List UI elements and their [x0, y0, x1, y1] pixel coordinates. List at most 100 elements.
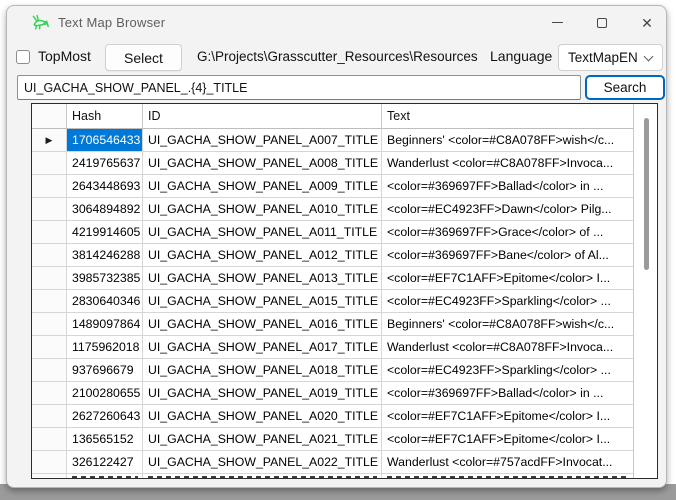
grid-corner-cell[interactable]: [32, 104, 67, 128]
close-button[interactable]: ✕: [625, 7, 669, 38]
cell-hash[interactable]: 2419765637: [67, 152, 143, 174]
scrollbar-thumb[interactable]: [644, 118, 649, 270]
cell-hash[interactable]: 136565152: [67, 428, 143, 450]
column-header-id[interactable]: ID: [143, 104, 382, 128]
select-button[interactable]: Select: [105, 44, 182, 71]
cell-id[interactable]: UI_GACHA_SHOW_PANEL_A019_TITLE: [143, 382, 382, 404]
partial-cell: [67, 474, 143, 479]
row-header-cell[interactable]: [32, 405, 67, 427]
cell-id[interactable]: UI_GACHA_SHOW_PANEL_A020_TITLE: [143, 405, 382, 427]
cell-id[interactable]: UI_GACHA_SHOW_PANEL_A010_TITLE: [143, 198, 382, 220]
grasshopper-app-icon: [30, 12, 51, 33]
window-title: Text Map Browser: [58, 15, 165, 30]
cell-id[interactable]: UI_GACHA_SHOW_PANEL_A016_TITLE: [143, 313, 382, 335]
grid-row: 3985732385UI_GACHA_SHOW_PANEL_A013_TITLE…: [32, 267, 657, 290]
close-icon: ✕: [641, 16, 653, 30]
cell-id[interactable]: UI_GACHA_SHOW_PANEL_A011_TITLE: [143, 221, 382, 243]
row-header-cell[interactable]: [32, 152, 67, 174]
cell-text[interactable]: <color=#EF7C1AFF>Epitome</color> I...: [382, 405, 634, 427]
grid-row: 2419765637UI_GACHA_SHOW_PANEL_A008_TITLE…: [32, 152, 657, 175]
cell-hash[interactable]: 1175962018: [67, 336, 143, 358]
cell-id[interactable]: UI_GACHA_SHOW_PANEL_A018_TITLE: [143, 359, 382, 381]
grid-row: 2643448693UI_GACHA_SHOW_PANEL_A009_TITLE…: [32, 175, 657, 198]
cell-text[interactable]: Beginners' <color=#C8A078FF>wish</c...: [382, 313, 634, 335]
grid-body: ▶ 1706546433UI_GACHA_SHOW_PANEL_A007_TITL…: [32, 129, 657, 479]
row-header-cell[interactable]: [32, 244, 67, 266]
row-header-cell[interactable]: [32, 451, 67, 473]
minimize-button[interactable]: [535, 7, 579, 38]
language-dropdown[interactable]: TextMapEN: [558, 44, 663, 71]
vertical-scrollbar[interactable]: [633, 104, 657, 478]
row-header-cell[interactable]: [32, 359, 67, 381]
partial-grid-row: [32, 474, 657, 479]
grid-row: 136565152UI_GACHA_SHOW_PANEL_A021_TITLE<…: [32, 428, 657, 451]
current-row-arrow-icon: ▶: [46, 136, 53, 145]
cell-hash[interactable]: 2830640346: [67, 290, 143, 312]
row-header-cell[interactable]: ▶: [32, 129, 67, 151]
cell-text[interactable]: <color=#EC4923FF>Dawn</color> Pilg...: [382, 198, 634, 220]
resources-path: G:\Projects\Grasscutter_Resources\Resour…: [197, 49, 478, 64]
cell-hash[interactable]: 4219914605: [67, 221, 143, 243]
cell-text[interactable]: <color=#EF7C1AFF>Epitome</color> I...: [382, 267, 634, 289]
row-header-cell[interactable]: [32, 290, 67, 312]
grid-row: 326122427UI_GACHA_SHOW_PANEL_A022_TITLEW…: [32, 451, 657, 474]
cell-text[interactable]: Wanderlust <color=#C8A078FF>Invoca...: [382, 152, 634, 174]
grid-row: 3814246288UI_GACHA_SHOW_PANEL_A012_TITLE…: [32, 244, 657, 267]
cell-hash[interactable]: 1706546433: [67, 129, 143, 151]
cell-hash[interactable]: 1489097864: [67, 313, 143, 335]
row-header-cell[interactable]: [32, 267, 67, 289]
cell-text[interactable]: <color=#369697FF>Ballad</color> in ...: [382, 175, 634, 197]
textmap-grid: Hash ID Text ▶1706546433UI_GACHA_SHOW_PA…: [31, 103, 658, 479]
cell-hash[interactable]: 3814246288: [67, 244, 143, 266]
cell-text[interactable]: <color=#EC4923FF>Sparkling</color> ...: [382, 290, 634, 312]
cell-text[interactable]: <color=#EC4923FF>Sparkling</color> ...: [382, 359, 634, 381]
cell-id[interactable]: UI_GACHA_SHOW_PANEL_A021_TITLE: [143, 428, 382, 450]
maximize-button[interactable]: [580, 7, 624, 38]
cell-text[interactable]: Wanderlust <color=#C8A078FF>Invoca...: [382, 336, 634, 358]
cell-text[interactable]: <color=#369697FF>Grace</color> of ...: [382, 221, 634, 243]
cell-hash[interactable]: 937696679: [67, 359, 143, 381]
grid-row: 2100280655UI_GACHA_SHOW_PANEL_A019_TITLE…: [32, 382, 657, 405]
cell-hash[interactable]: 3064894892: [67, 198, 143, 220]
cell-hash[interactable]: 2627260643: [67, 405, 143, 427]
cell-text[interactable]: <color=#369697FF>Ballad</color> in ...: [382, 382, 634, 404]
cell-id[interactable]: UI_GACHA_SHOW_PANEL_A012_TITLE: [143, 244, 382, 266]
grid-row: 4219914605UI_GACHA_SHOW_PANEL_A011_TITLE…: [32, 221, 657, 244]
row-header-cell[interactable]: [32, 221, 67, 243]
cell-id[interactable]: UI_GACHA_SHOW_PANEL_A022_TITLE: [143, 451, 382, 473]
grid-row: ▶ 1706546433UI_GACHA_SHOW_PANEL_A007_TITL…: [32, 129, 657, 152]
row-header-cell[interactable]: [32, 198, 67, 220]
topmost-checkbox[interactable]: [16, 50, 30, 64]
cell-id[interactable]: UI_GACHA_SHOW_PANEL_A007_TITLE: [143, 129, 382, 151]
search-input[interactable]: [17, 75, 581, 100]
row-header-cell[interactable]: [32, 313, 67, 335]
cell-text[interactable]: <color=#369697FF>Bane</color> of Al...: [382, 244, 634, 266]
topmost-label[interactable]: TopMost: [38, 48, 91, 64]
minimize-icon: [552, 22, 563, 23]
search-button[interactable]: Search: [585, 75, 665, 100]
title-bar[interactable]: Text Map Browser ✕: [7, 6, 666, 40]
row-header-cell[interactable]: [32, 382, 67, 404]
column-header-text[interactable]: Text: [382, 104, 634, 128]
partial-cell: [382, 474, 634, 479]
cell-text[interactable]: Wanderlust <color=#757acdFF>Invocat...: [382, 451, 634, 473]
cell-id[interactable]: UI_GACHA_SHOW_PANEL_A009_TITLE: [143, 175, 382, 197]
column-header-hash[interactable]: Hash: [67, 104, 143, 128]
cell-id[interactable]: UI_GACHA_SHOW_PANEL_A017_TITLE: [143, 336, 382, 358]
cell-id[interactable]: UI_GACHA_SHOW_PANEL_A013_TITLE: [143, 267, 382, 289]
grid-row: 2627260643UI_GACHA_SHOW_PANEL_A020_TITLE…: [32, 405, 657, 428]
row-header-cell[interactable]: [32, 336, 67, 358]
cell-hash[interactable]: 2100280655: [67, 382, 143, 404]
cell-hash[interactable]: 3985732385: [67, 267, 143, 289]
row-header-cell[interactable]: [32, 175, 67, 197]
cell-hash[interactable]: 326122427: [67, 451, 143, 473]
cell-id[interactable]: UI_GACHA_SHOW_PANEL_A015_TITLE: [143, 290, 382, 312]
cell-text[interactable]: <color=#EF7C1AFF>Epitome</color> I...: [382, 428, 634, 450]
app-window: Text Map Browser ✕ TopMost Select G:\Pro…: [6, 5, 667, 488]
cell-text[interactable]: Beginners' <color=#C8A078FF>wish</c...: [382, 129, 634, 151]
maximize-icon: [597, 18, 607, 28]
grid-header: Hash ID Text: [32, 104, 657, 129]
row-header-cell[interactable]: [32, 428, 67, 450]
cell-id[interactable]: UI_GACHA_SHOW_PANEL_A008_TITLE: [143, 152, 382, 174]
cell-hash[interactable]: 2643448693: [67, 175, 143, 197]
